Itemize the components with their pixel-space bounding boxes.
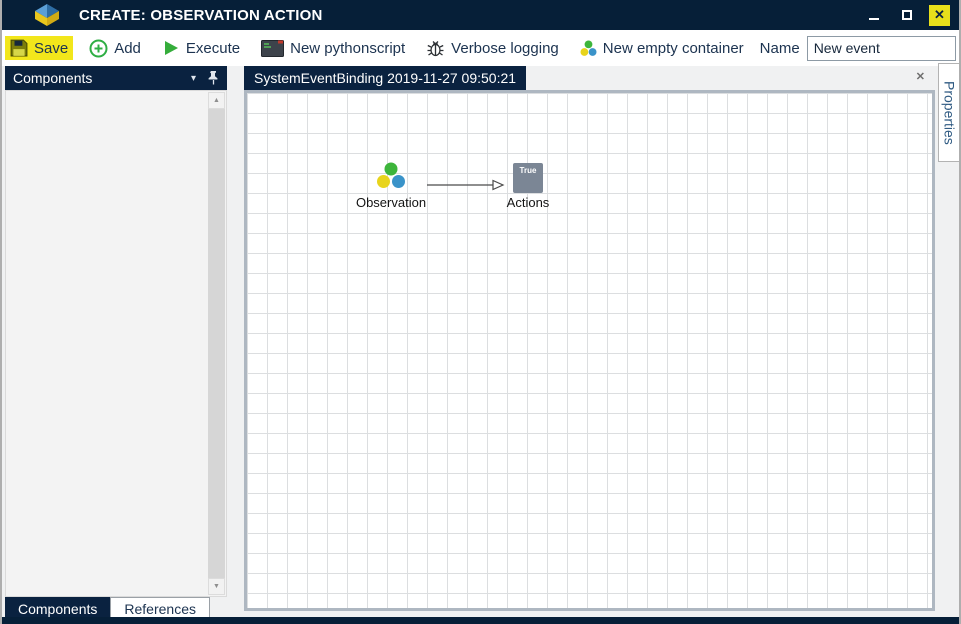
- new-empty-container-button[interactable]: New empty container: [575, 37, 749, 60]
- new-pythonscript-label: New pythonscript: [290, 40, 405, 57]
- verbose-logging-label: Verbose logging: [451, 40, 559, 57]
- save-button[interactable]: Save: [5, 36, 73, 60]
- window-bottom-border: [2, 617, 959, 624]
- container-dots-icon: [580, 40, 597, 57]
- minimize-icon: [869, 18, 879, 20]
- toolbar: Save Add Execute New pythonscript: [2, 30, 959, 66]
- scroll-down-button[interactable]: ▼: [208, 578, 225, 595]
- properties-tab-label: Properties: [942, 81, 958, 145]
- minimize-button[interactable]: [863, 4, 885, 26]
- connector-arrow[interactable]: [427, 176, 505, 194]
- maximize-icon: [902, 10, 912, 20]
- actions-node-label[interactable]: Actions: [478, 195, 578, 210]
- add-icon: [89, 39, 108, 58]
- close-button[interactable]: ✕: [929, 5, 950, 26]
- pin-icon[interactable]: [208, 71, 219, 85]
- execute-icon: [162, 39, 180, 57]
- diagram-canvas[interactable]: Observation True Actions: [244, 90, 935, 611]
- terminal-icon: [261, 40, 284, 57]
- new-empty-container-label: New empty container: [603, 40, 744, 57]
- execute-label: Execute: [186, 40, 240, 57]
- tab-system-event-binding[interactable]: SystemEventBinding 2019-11-27 09:50:21: [244, 66, 526, 90]
- editor-tabstrip: SystemEventBinding 2019-11-27 09:50:21 ✕: [242, 66, 937, 90]
- add-label: Add: [114, 40, 141, 57]
- chevron-down-icon[interactable]: ▾: [191, 73, 196, 84]
- save-icon: [10, 39, 28, 57]
- actions-node[interactable]: True: [513, 163, 543, 193]
- components-panel-title: Components: [13, 70, 92, 86]
- maximize-button[interactable]: [896, 4, 918, 26]
- window-controls: ✕: [863, 0, 950, 30]
- app-logo-icon: [34, 3, 60, 27]
- name-label: Name: [760, 40, 800, 57]
- bug-icon: [426, 39, 445, 58]
- event-name-input[interactable]: [807, 36, 956, 61]
- save-label: Save: [34, 40, 68, 57]
- window-title: CREATE: OBSERVATION ACTION: [79, 7, 323, 24]
- components-scrollbar[interactable]: ▲ ▼: [208, 92, 225, 595]
- components-list[interactable]: ▲ ▼: [5, 90, 227, 597]
- add-button[interactable]: Add: [84, 36, 146, 61]
- verbose-logging-button[interactable]: Verbose logging: [421, 36, 564, 61]
- app-window: CREATE: OBSERVATION ACTION ✕ Save Add: [0, 0, 961, 624]
- observation-node-icon[interactable]: [376, 162, 406, 189]
- titlebar: CREATE: OBSERVATION ACTION ✕: [2, 0, 959, 30]
- tab-close-icon[interactable]: ✕: [916, 70, 925, 83]
- execute-button[interactable]: Execute: [157, 36, 245, 60]
- tab-properties[interactable]: Properties: [938, 63, 961, 162]
- scroll-up-button[interactable]: ▲: [208, 92, 225, 109]
- observation-node-label[interactable]: Observation: [331, 195, 451, 210]
- new-pythonscript-button[interactable]: New pythonscript: [256, 37, 410, 60]
- components-panel-header: Components ▾: [5, 66, 227, 90]
